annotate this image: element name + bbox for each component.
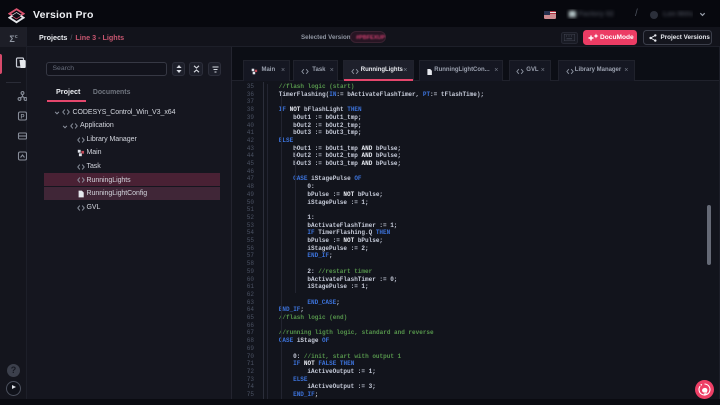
svg-text:P: P xyxy=(21,114,25,120)
